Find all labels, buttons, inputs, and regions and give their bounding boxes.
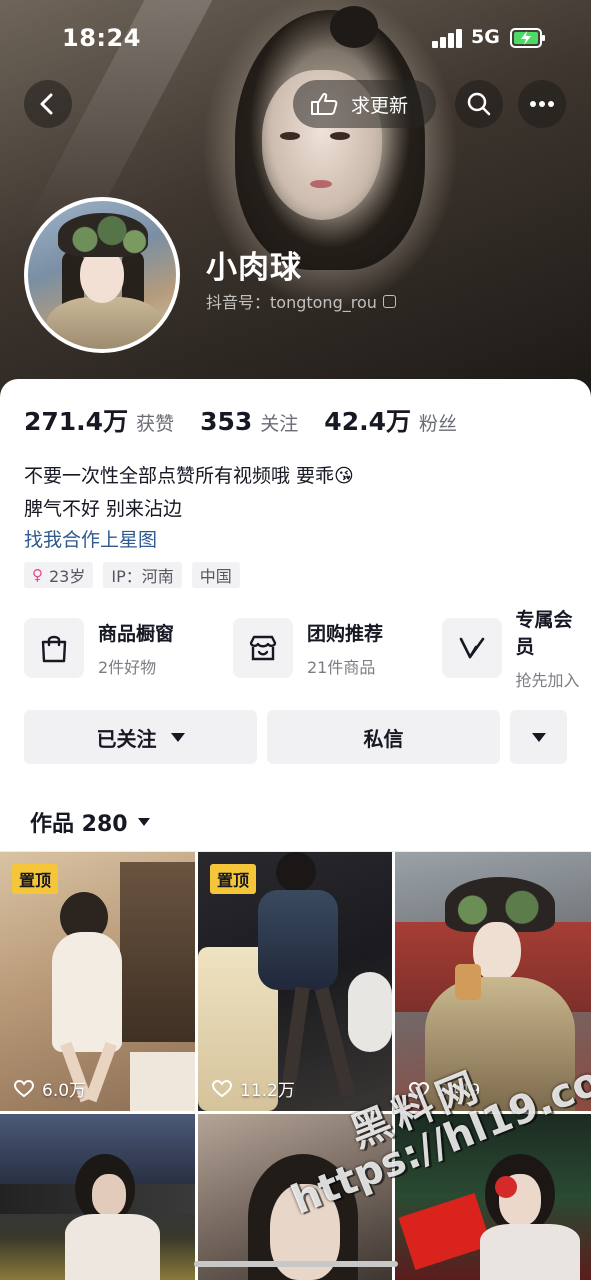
stats-row: 271.4万 获赞 353 关注 42.4万 粉丝 xyxy=(24,402,483,438)
signal-strength-icon xyxy=(432,28,464,48)
video-tile[interactable]: 置顶 11.2万 xyxy=(198,852,392,1111)
banner-eye-left xyxy=(280,132,300,140)
ip-tag: IP：河南 xyxy=(103,562,182,588)
video-tile[interactable] xyxy=(0,1114,195,1280)
banner-hair-bun xyxy=(330,6,378,48)
chevron-down-icon xyxy=(531,732,546,742)
video-tile[interactable]: 置顶 6.0万 xyxy=(0,852,195,1111)
shopping-bag-icon xyxy=(24,618,84,678)
star-map-link[interactable]: 找我合作上星图 xyxy=(24,525,157,552)
profile-tags: ♀ 23岁 IP：河南 中国 xyxy=(24,562,250,588)
message-button[interactable]: 私信 xyxy=(267,710,500,764)
request-update-button[interactable]: 求更新 xyxy=(293,80,436,128)
following-count[interactable]: 353 xyxy=(200,407,252,436)
heart-icon xyxy=(212,1079,232,1097)
shop-window-card[interactable]: 商品橱窗 2件好物 xyxy=(24,618,174,678)
group-buy-subtitle: 21件商品 xyxy=(307,657,376,677)
search-button[interactable] xyxy=(455,80,503,128)
works-tab-label: 作品 280 xyxy=(30,812,128,837)
followers-count[interactable]: 42.4万 xyxy=(324,402,411,438)
more-button[interactable] xyxy=(518,80,566,128)
network-type: 5G xyxy=(471,26,500,48)
chevron-left-icon xyxy=(40,93,53,115)
pinned-badge: 置顶 xyxy=(12,864,59,894)
home-indicator[interactable] xyxy=(194,1261,398,1267)
tile-likes: 6.0万 xyxy=(14,1076,86,1101)
shop-window-subtitle: 2件好物 xyxy=(98,657,157,677)
douyin-id[interactable]: 抖音号：tongtong_rou xyxy=(206,289,396,313)
avatar[interactable] xyxy=(24,197,180,353)
recommend-dropdown-button[interactable] xyxy=(510,710,567,764)
likes-label: 获赞 xyxy=(136,413,175,435)
search-icon xyxy=(467,92,491,116)
membership-title: 专属会员 xyxy=(515,609,573,658)
store-icon xyxy=(233,618,293,678)
nickname: 小肉球 xyxy=(206,250,302,286)
request-update-label: 求更新 xyxy=(351,94,409,117)
tab-works[interactable]: 作品 280 xyxy=(30,806,150,838)
tile-likes-count: 6.0万 xyxy=(42,1081,87,1101)
group-buy-card[interactable]: 团购推荐 21件商品 xyxy=(233,618,383,678)
bio-line-1: 不要一次性全部点赞所有视频哦 要乖😘 xyxy=(24,465,354,487)
pinned-badge: 置顶 xyxy=(210,864,257,894)
back-button[interactable] xyxy=(24,80,72,128)
membership-subtitle: 抢先加入 xyxy=(515,671,580,690)
membership-card[interactable]: 专属会员 抢先加入 xyxy=(442,609,591,690)
banner-lips xyxy=(310,180,332,188)
more-dots-icon xyxy=(530,101,554,107)
message-button-label: 私信 xyxy=(363,726,404,751)
membership-v-icon xyxy=(442,618,502,678)
age-tag: ♀ 23岁 xyxy=(24,562,94,588)
country-tag: 中国 xyxy=(191,562,240,588)
tile-likes-count: 11.2万 xyxy=(240,1081,295,1101)
tile-likes: 11.2万 xyxy=(212,1076,295,1101)
following-button[interactable]: 已关注 xyxy=(24,710,257,764)
likes-count[interactable]: 271.4万 xyxy=(24,402,128,438)
age-text: 23岁 xyxy=(49,567,86,586)
banner-eye-right xyxy=(330,132,350,140)
following-button-label: 已关注 xyxy=(96,726,157,751)
douyin-id-text: 抖音号：tongtong_rou xyxy=(206,293,377,312)
shop-window-title: 商品橱窗 xyxy=(98,622,175,645)
heart-icon xyxy=(14,1079,34,1097)
group-buy-title: 团购推荐 xyxy=(307,622,384,645)
female-icon: ♀ xyxy=(32,566,43,584)
pointing-hand-icon xyxy=(311,92,338,115)
chevron-down-icon xyxy=(170,732,185,742)
chevron-down-icon xyxy=(137,818,150,826)
status-time: 18:24 xyxy=(62,24,141,52)
followers-label: 粉丝 xyxy=(418,413,457,435)
bio-line-2: 脾气不好 别来沾边 xyxy=(24,498,183,520)
copy-icon[interactable] xyxy=(382,294,396,308)
bio: 不要一次性全部点赞所有视频哦 要乖😘 脾气不好 别来沾边 xyxy=(24,460,354,526)
battery-charging-icon xyxy=(510,28,545,48)
following-label: 关注 xyxy=(260,413,299,435)
